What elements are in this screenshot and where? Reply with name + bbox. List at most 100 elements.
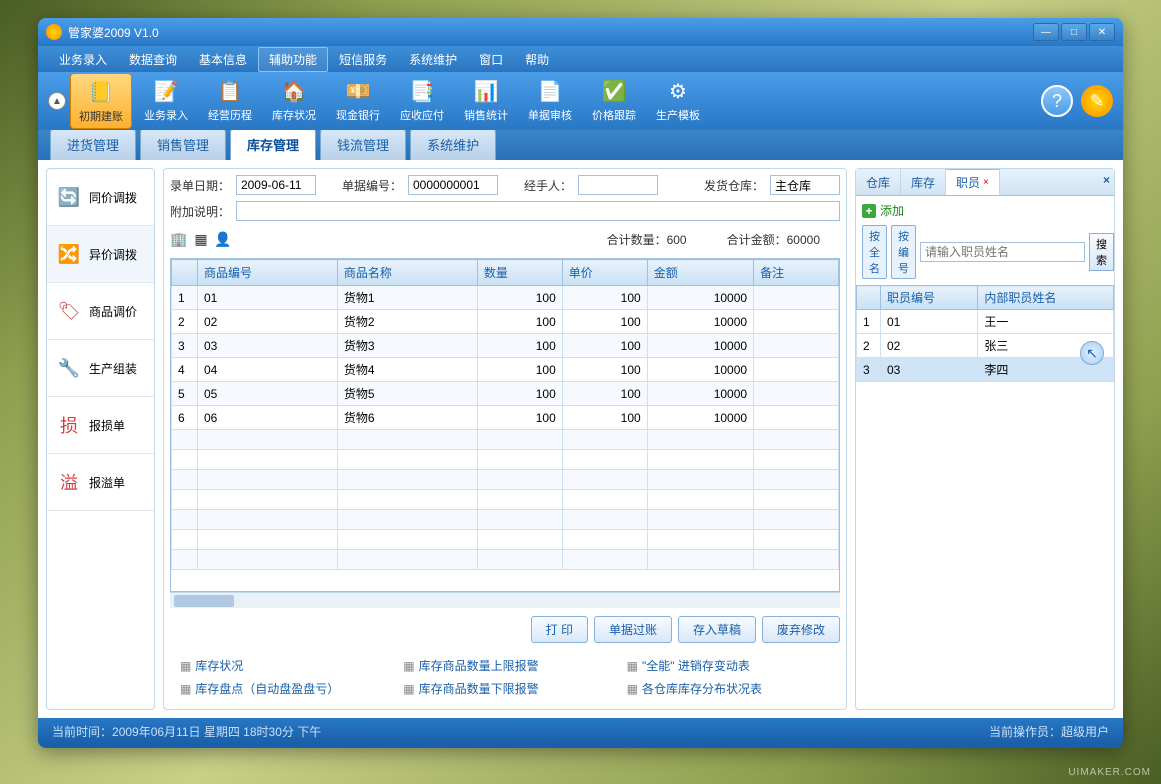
menu-窗口[interactable]: 窗口 bbox=[468, 47, 514, 72]
table-row[interactable] bbox=[171, 510, 838, 530]
close-tab-icon[interactable]: × bbox=[983, 177, 989, 188]
help-icon[interactable]: ? bbox=[1041, 85, 1073, 117]
col-header[interactable]: 备注 bbox=[754, 260, 839, 286]
col-header[interactable]: 商品名称 bbox=[337, 260, 477, 286]
sidebar-报损单[interactable]: 损报损单 bbox=[47, 397, 154, 454]
link-item[interactable]: 库存商品数量上限报警 bbox=[403, 657, 606, 674]
brand-icon[interactable]: ✎ bbox=[1081, 85, 1113, 117]
grid-icon-2[interactable]: ▦ bbox=[192, 231, 210, 249]
person-icon[interactable]: 👤 bbox=[214, 231, 232, 249]
menu-业务录入[interactable]: 业务录入 bbox=[48, 47, 118, 72]
toolbtn-生产模板[interactable]: ⚙生产模板 bbox=[648, 73, 708, 129]
menu-系统维护[interactable]: 系统维护 bbox=[398, 47, 468, 72]
chip-fullname[interactable]: 按全名 bbox=[862, 225, 887, 279]
action-废弃修改[interactable]: 废弃修改 bbox=[762, 616, 840, 643]
table-row[interactable]: 505货物510010010000 bbox=[171, 382, 838, 406]
link-item[interactable]: "全能" 进销存变动表 bbox=[627, 657, 830, 674]
staff-row[interactable]: 202张三 bbox=[857, 334, 1114, 358]
main-grid[interactable]: 商品编号商品名称数量单价金额备注101货物110010010000202货物21… bbox=[170, 258, 840, 592]
add-button[interactable]: + 添加 bbox=[856, 196, 1114, 225]
col-header[interactable]: 单价 bbox=[562, 260, 647, 286]
note-input[interactable] bbox=[236, 201, 840, 221]
titlebar[interactable]: 管家婆2009 V1.0 — □ ✕ bbox=[38, 18, 1123, 46]
close-button[interactable]: ✕ bbox=[1089, 23, 1115, 41]
toolbtn-初期建账[interactable]: 📒初期建账 bbox=[70, 73, 132, 129]
col-header[interactable]: 金额 bbox=[647, 260, 753, 286]
link-item[interactable]: 库存盘点（自动盘盈盘亏） bbox=[180, 680, 383, 697]
toolbtn-价格跟踪[interactable]: ✅价格跟踪 bbox=[584, 73, 644, 129]
rtab-库存[interactable]: 库存 bbox=[901, 169, 946, 195]
sidebar-异价调拨[interactable]: 🔀异价调拨 bbox=[47, 226, 154, 283]
toolbtn-库存状况[interactable]: 🏠库存状况 bbox=[264, 73, 324, 129]
tab-库存管理[interactable]: 库存管理 bbox=[230, 128, 316, 160]
no-input[interactable] bbox=[408, 175, 498, 195]
sidebar-同价调拨[interactable]: 🔄同价调拨 bbox=[47, 169, 154, 226]
staff-row[interactable]: 101王一 bbox=[857, 310, 1114, 334]
toolbtn-现金银行[interactable]: 💴现金银行 bbox=[328, 73, 388, 129]
rtab-仓库[interactable]: 仓库 bbox=[856, 169, 901, 195]
link-item[interactable]: 各仓库库存分布状况表 bbox=[627, 680, 830, 697]
menu-短信服务[interactable]: 短信服务 bbox=[328, 47, 398, 72]
sidebar-商品调价[interactable]: 🏷商品调价 bbox=[47, 283, 154, 340]
link-item[interactable]: 库存状况 bbox=[180, 657, 383, 674]
col-header[interactable]: 内部职员姓名 bbox=[978, 286, 1114, 310]
close-panel-icon[interactable]: × bbox=[1103, 173, 1110, 187]
chip-code[interactable]: 按编号 bbox=[891, 225, 916, 279]
menu-帮助[interactable]: 帮助 bbox=[514, 47, 560, 72]
search-button[interactable]: 搜索 bbox=[1089, 233, 1114, 271]
warehouse-input[interactable] bbox=[770, 175, 840, 195]
rtab-职员[interactable]: 职员× bbox=[946, 169, 1000, 195]
table-row[interactable] bbox=[171, 550, 838, 570]
main-panel: 录单日期： 单据编号： 经手人： 发货仓库： 附加说明： 🏢 ▦ 👤 bbox=[163, 168, 847, 710]
sidebar-报溢单[interactable]: 溢报溢单 bbox=[47, 454, 154, 511]
col-header[interactable] bbox=[171, 260, 197, 286]
action-单据过账[interactable]: 单据过账 bbox=[594, 616, 672, 643]
tab-进货管理[interactable]: 进货管理 bbox=[50, 128, 136, 160]
action-打印[interactable]: 打 印 bbox=[531, 616, 588, 643]
toolbtn-业务录入[interactable]: 📝业务录入 bbox=[136, 73, 196, 129]
menu-基本信息[interactable]: 基本信息 bbox=[188, 47, 258, 72]
staff-grid[interactable]: 职员编号内部职员姓名101王一202张三303李四 ↖ bbox=[856, 285, 1114, 709]
toolbar: ▲ 📒初期建账📝业务录入📋经营历程🏠库存状况💴现金银行📑应收应付📊销售统计📄单据… bbox=[38, 72, 1123, 130]
table-row[interactable] bbox=[171, 470, 838, 490]
tool-icon: 🏠 bbox=[280, 77, 308, 105]
search-input[interactable] bbox=[920, 242, 1085, 262]
staff-row[interactable]: 303李四 bbox=[857, 358, 1114, 382]
sidebar-生产组装[interactable]: 🔧生产组装 bbox=[47, 340, 154, 397]
tool-icon: 📋 bbox=[216, 77, 244, 105]
nav-arrow-icon[interactable]: ↖ bbox=[1080, 341, 1104, 365]
link-item[interactable]: 库存商品数量下限报警 bbox=[403, 680, 606, 697]
table-row[interactable] bbox=[171, 490, 838, 510]
col-header[interactable]: 职员编号 bbox=[881, 286, 978, 310]
handler-input[interactable] bbox=[578, 175, 658, 195]
menu-辅助功能[interactable]: 辅助功能 bbox=[258, 47, 328, 72]
action-存入草稿[interactable]: 存入草稿 bbox=[678, 616, 756, 643]
col-header[interactable]: 数量 bbox=[477, 260, 562, 286]
toolbtn-单据审核[interactable]: 📄单据审核 bbox=[520, 73, 580, 129]
maximize-button[interactable]: □ bbox=[1061, 23, 1087, 41]
tab-系统维护[interactable]: 系统维护 bbox=[410, 128, 496, 160]
table-row[interactable] bbox=[171, 450, 838, 470]
date-input[interactable] bbox=[236, 175, 316, 195]
tab-钱流管理[interactable]: 钱流管理 bbox=[320, 128, 406, 160]
table-row[interactable] bbox=[171, 430, 838, 450]
col-header[interactable] bbox=[857, 286, 881, 310]
menu-数据查询[interactable]: 数据查询 bbox=[118, 47, 188, 72]
collapse-toolbar-icon[interactable]: ▲ bbox=[48, 92, 66, 110]
tab-销售管理[interactable]: 销售管理 bbox=[140, 128, 226, 160]
table-row[interactable]: 606货物610010010000 bbox=[171, 406, 838, 430]
table-row[interactable]: 303货物310010010000 bbox=[171, 334, 838, 358]
col-header[interactable]: 商品编号 bbox=[197, 260, 337, 286]
table-row[interactable]: 202货物210010010000 bbox=[171, 310, 838, 334]
table-row[interactable]: 101货物110010010000 bbox=[171, 286, 838, 310]
toolbtn-经营历程[interactable]: 📋经营历程 bbox=[200, 73, 260, 129]
minimize-button[interactable]: — bbox=[1033, 23, 1059, 41]
toolbtn-应收应付[interactable]: 📑应收应付 bbox=[392, 73, 452, 129]
grid-icon-1[interactable]: 🏢 bbox=[170, 231, 188, 249]
toolbtn-销售统计[interactable]: 📊销售统计 bbox=[456, 73, 516, 129]
tool-icon: ⚙ bbox=[664, 77, 692, 105]
table-row[interactable] bbox=[171, 530, 838, 550]
status-user-label: 当前操作员： bbox=[989, 725, 1061, 739]
table-row[interactable]: 404货物410010010000 bbox=[171, 358, 838, 382]
grid-scrollbar[interactable] bbox=[170, 592, 840, 608]
